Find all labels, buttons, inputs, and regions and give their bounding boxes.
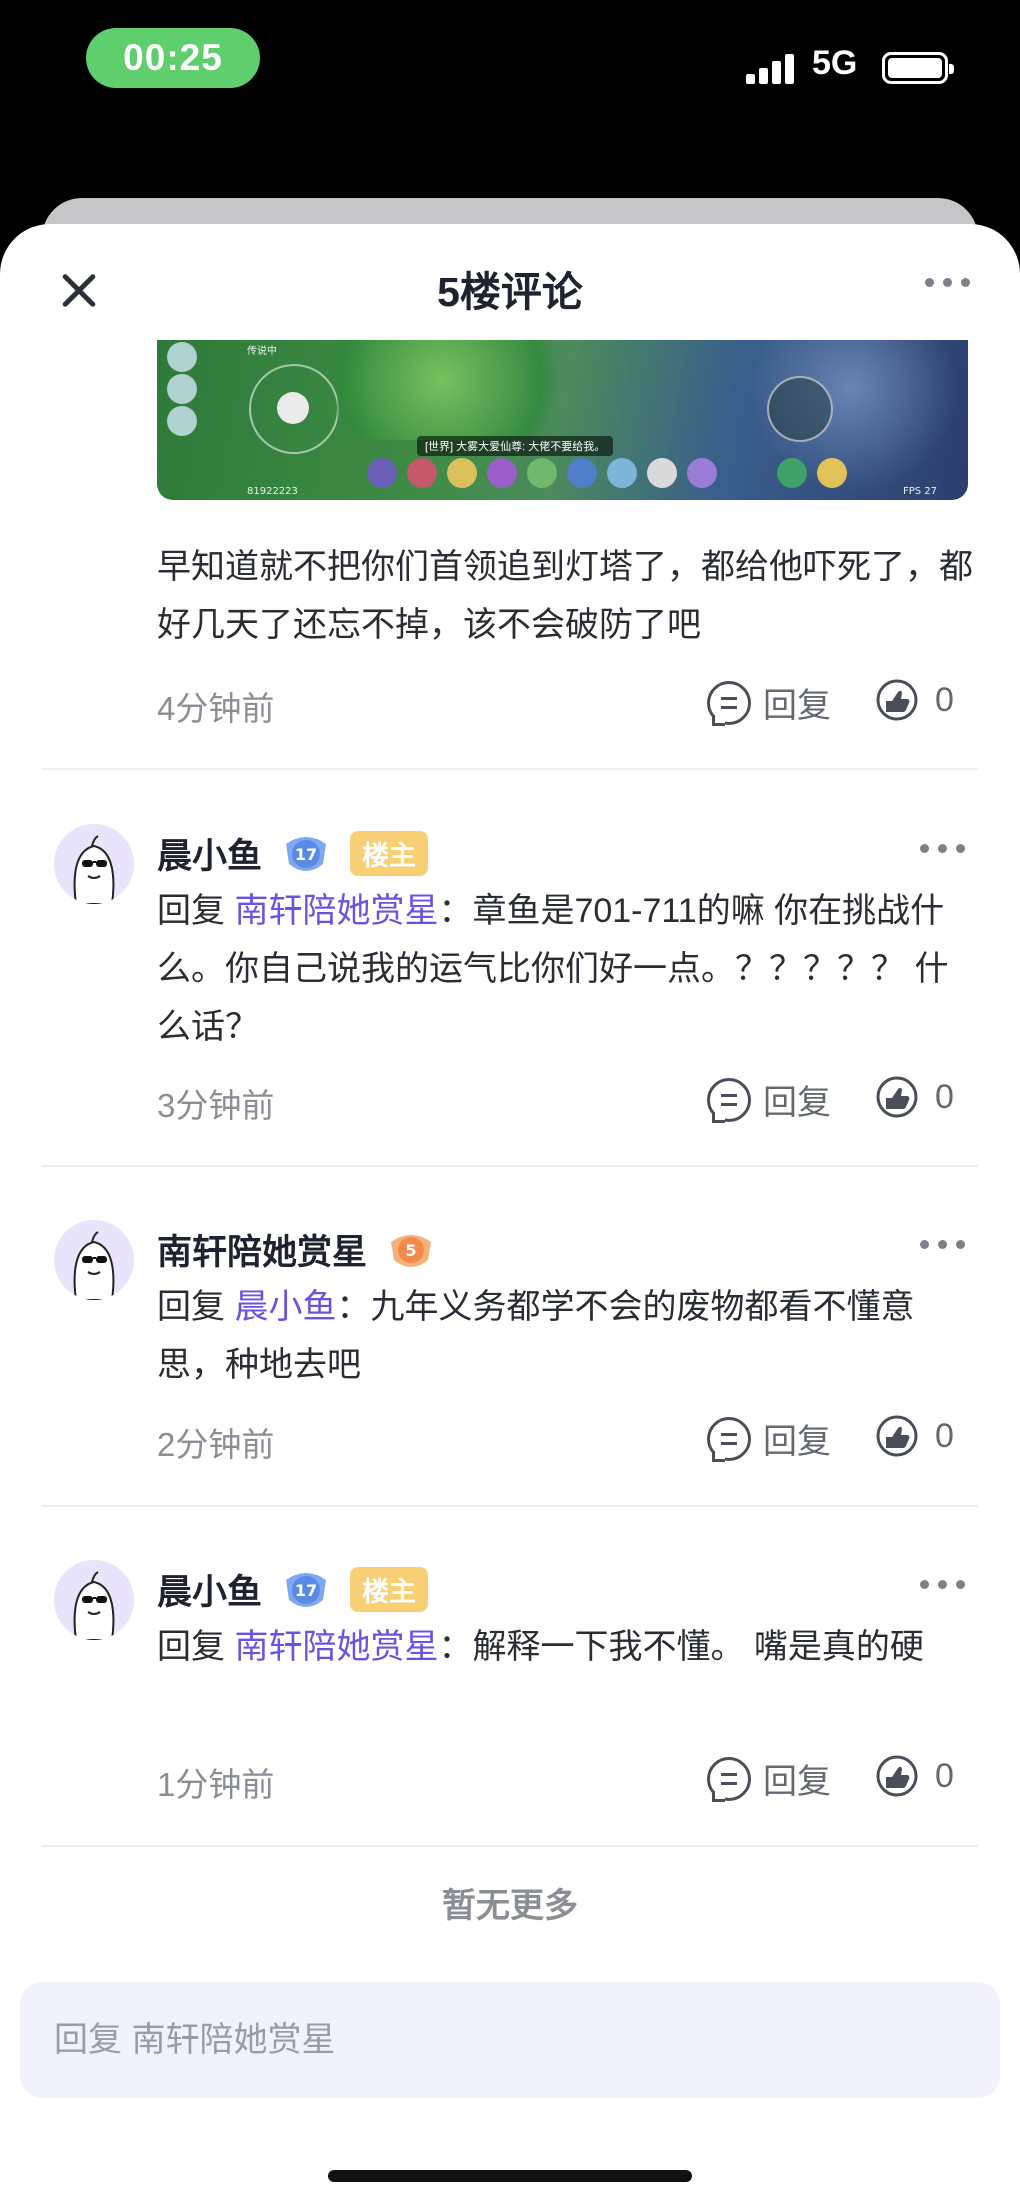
more-options-icon[interactable] bbox=[920, 1240, 965, 1249]
avatar[interactable] bbox=[54, 1220, 134, 1300]
level-badge-icon: 17 bbox=[280, 1568, 332, 1612]
level-number: 5 bbox=[405, 1241, 416, 1260]
post-time: 4分钟前 bbox=[157, 690, 275, 727]
thumbs-up-icon bbox=[875, 1414, 919, 1458]
comment-time: 3分钟前 bbox=[157, 1087, 275, 1124]
divider bbox=[42, 1165, 978, 1167]
thumbs-up-icon bbox=[875, 678, 919, 722]
battery-icon bbox=[882, 52, 954, 84]
post-text: 早知道就不把你们首领追到灯塔了，都给他吓死了，都好几天了还忘不掉，该不会破防了吧 bbox=[157, 548, 973, 644]
comment-icon bbox=[707, 1077, 751, 1123]
reply-button[interactable]: 回复 bbox=[707, 1075, 831, 1124]
divider bbox=[42, 1845, 978, 1847]
comment-icon bbox=[707, 680, 751, 726]
thumbs-up-icon bbox=[875, 1075, 919, 1119]
more-options-icon[interactable] bbox=[920, 1580, 965, 1589]
reply-target[interactable]: 南轩陪她赏星 bbox=[234, 892, 438, 930]
like-count: 0 bbox=[935, 680, 954, 719]
reply-label: 回复 bbox=[763, 687, 831, 725]
comment-icon bbox=[707, 1416, 751, 1462]
comment-time: 2分钟前 bbox=[157, 1426, 275, 1463]
reply-input[interactable] bbox=[54, 2010, 954, 2070]
reply-button[interactable]: 回复 bbox=[707, 678, 831, 727]
reply-button[interactable]: 回复 bbox=[707, 1414, 831, 1463]
reply-target[interactable]: 晨小鱼 bbox=[234, 1288, 336, 1326]
level-number: 17 bbox=[295, 845, 317, 864]
status-time: 00:25 bbox=[86, 28, 260, 88]
reply-target[interactable]: 南轩陪她赏星 bbox=[234, 1628, 438, 1666]
like-button[interactable]: 0 bbox=[875, 1075, 954, 1119]
avatar[interactable] bbox=[54, 1560, 134, 1640]
reply-prefix: 回复 bbox=[157, 892, 225, 930]
game-label: 传说中 bbox=[247, 346, 277, 357]
comment-time: 1分钟前 bbox=[157, 1766, 275, 1803]
avatar[interactable] bbox=[54, 824, 134, 904]
comment-icon bbox=[707, 1756, 751, 1802]
comment-text: 回复 南轩陪她赏星：解释一下我不懂。 嘴是真的硬 bbox=[157, 1618, 977, 1676]
reply-label: 回复 bbox=[763, 1763, 831, 1801]
more-options-icon[interactable] bbox=[920, 844, 965, 853]
like-count: 0 bbox=[935, 1077, 954, 1116]
comment-text: 回复 南轩陪她赏星：章鱼是701-711的嘛 你在挑战什么。你自己说我的运气比你… bbox=[157, 882, 977, 1056]
comment-author[interactable]: 晨小鱼 bbox=[157, 1564, 262, 1615]
reply-label: 回复 bbox=[763, 1084, 831, 1122]
comment-meta: 1分钟前 回复 0 bbox=[157, 1754, 977, 1804]
reply-button[interactable]: 回复 bbox=[707, 1754, 831, 1803]
thumbs-up-icon bbox=[875, 1754, 919, 1798]
like-count: 0 bbox=[935, 1416, 954, 1455]
host-tag: 楼主 bbox=[350, 1567, 429, 1612]
comment-text: 回复 晨小鱼：九年义务都学不会的废物都看不懂意思，种地去吧 bbox=[157, 1278, 977, 1394]
comment-meta: 2分钟前 回复 0 bbox=[157, 1414, 977, 1464]
level-number: 17 bbox=[295, 1581, 317, 1600]
host-tag: 楼主 bbox=[350, 831, 429, 876]
network-type: 5G bbox=[812, 44, 858, 82]
reply-prefix: 回复 bbox=[157, 1288, 225, 1326]
post-meta: 4分钟前 回复 0 bbox=[157, 678, 977, 728]
reply-label: 回复 bbox=[763, 1423, 831, 1461]
comment-author[interactable]: 晨小鱼 bbox=[157, 828, 262, 879]
divider bbox=[42, 768, 978, 770]
comment-author[interactable]: 南轩陪她赏星 bbox=[157, 1224, 367, 1275]
like-button[interactable]: 0 bbox=[875, 678, 954, 722]
comment-meta: 3分钟前 回复 0 bbox=[157, 1075, 977, 1125]
reply-input-bar[interactable] bbox=[20, 1982, 1000, 2098]
like-count: 0 bbox=[935, 1756, 954, 1795]
divider bbox=[42, 1505, 978, 1507]
like-button[interactable]: 0 bbox=[875, 1414, 954, 1458]
level-badge-icon: 5 bbox=[385, 1228, 437, 1272]
reply-prefix: 回复 bbox=[157, 1628, 225, 1666]
no-more-label: 暂无更多 bbox=[442, 1887, 578, 1925]
status-bar: 00:25 5G bbox=[0, 0, 1020, 130]
level-badge-icon: 17 bbox=[280, 832, 332, 876]
game-chat: [世界] 大雾大爱仙尊: 大佬不要给我。 bbox=[417, 436, 614, 456]
comment-sheet: 5楼评论 传说中 [世界] 大雾大爱仙尊: 大佬不要给我。 81922223 F… bbox=[0, 224, 1020, 2207]
comment-content: ：解释一下我不懂。 嘴是真的硬 bbox=[438, 1628, 924, 1666]
home-indicator[interactable] bbox=[328, 2170, 692, 2182]
sheet-header: 5楼评论 bbox=[0, 224, 1020, 340]
more-options-icon[interactable] bbox=[925, 278, 970, 287]
signal-icon bbox=[746, 52, 796, 84]
post-image[interactable]: 传说中 [世界] 大雾大爱仙尊: 大佬不要给我。 81922223 FPS 27 bbox=[157, 340, 968, 500]
game-id: 81922223 bbox=[247, 486, 298, 497]
game-fps: FPS 27 bbox=[903, 486, 938, 497]
page-title: 5楼评论 bbox=[437, 269, 583, 315]
like-button[interactable]: 0 bbox=[875, 1754, 954, 1798]
